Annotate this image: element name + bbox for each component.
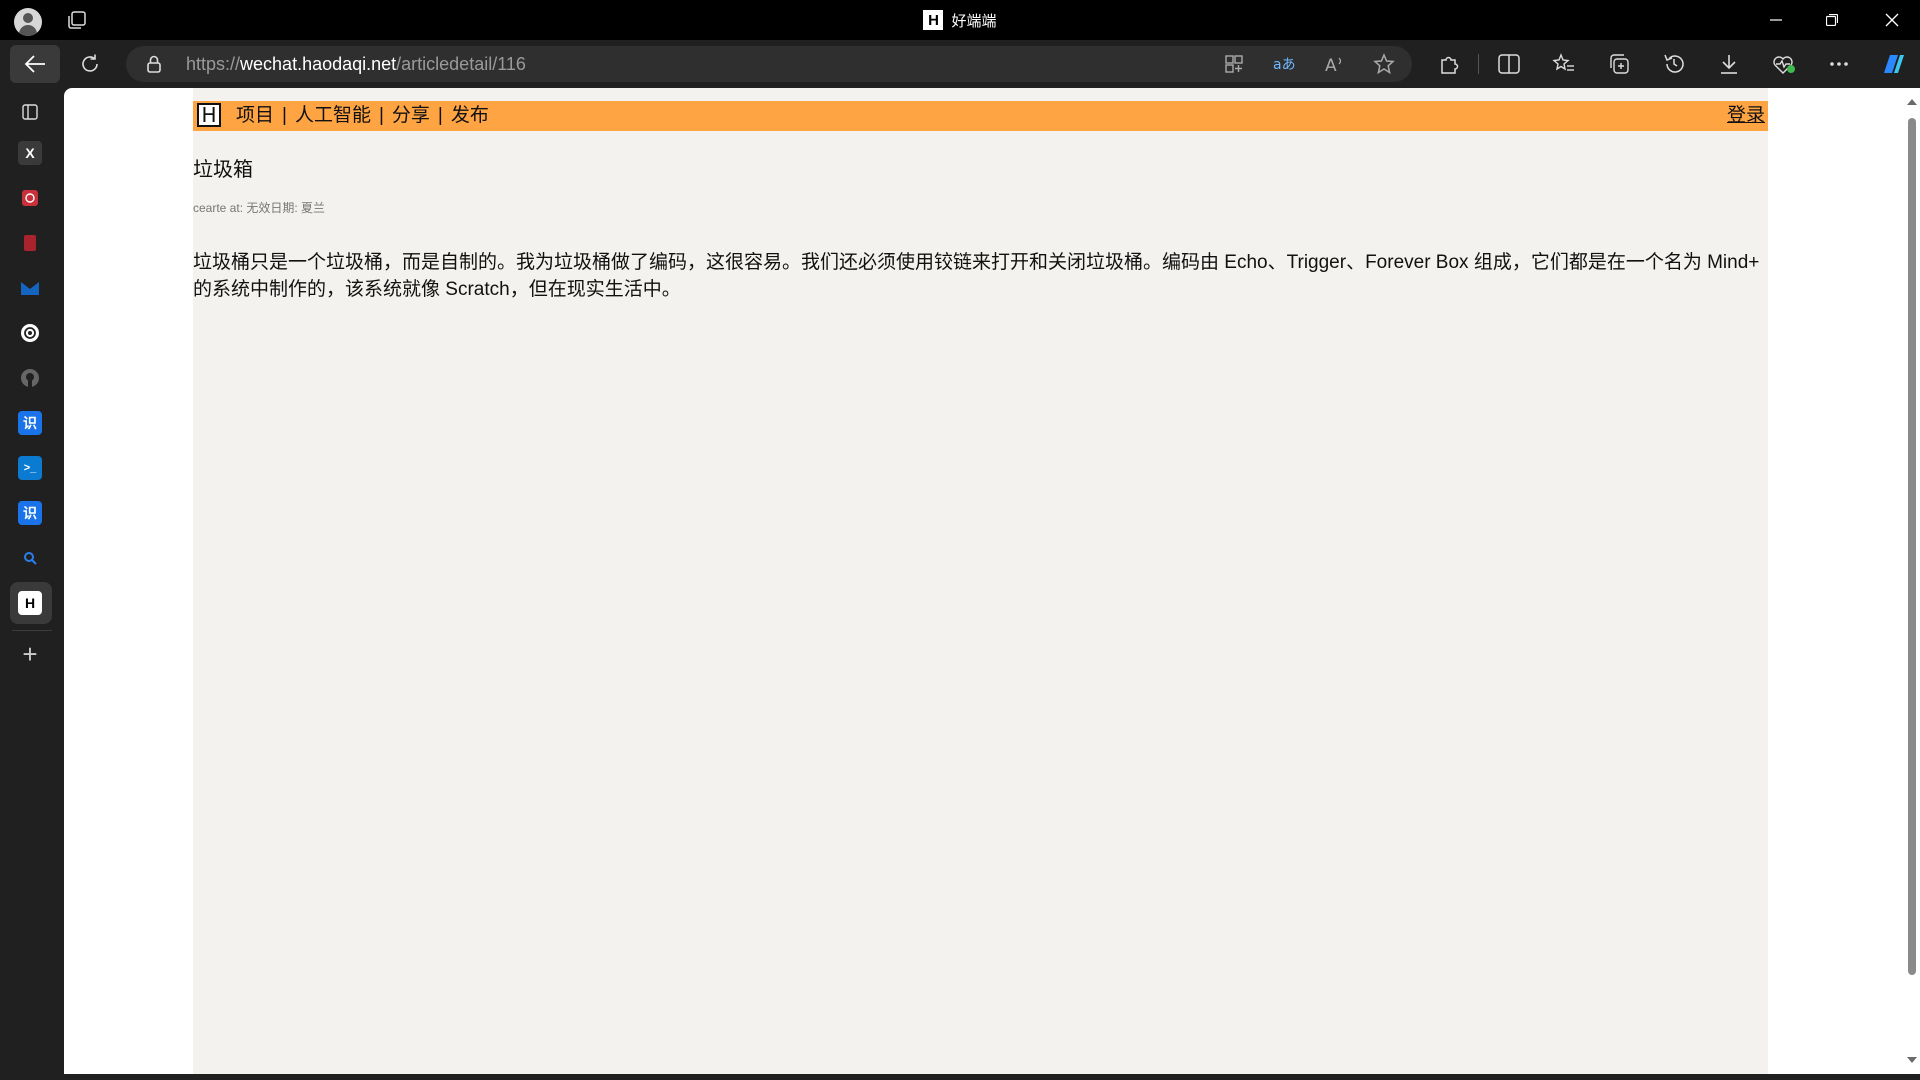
scroll-up-arrow-icon[interactable] <box>1907 99 1917 105</box>
site-favicon: H <box>923 10 944 30</box>
minimize-button[interactable] <box>1748 0 1804 40</box>
terminal-icon[interactable]: >_ <box>18 456 42 480</box>
close-button[interactable] <box>1864 0 1920 40</box>
app-available-button[interactable] <box>1216 46 1252 82</box>
nav-link-projects[interactable]: 项目 <box>236 101 274 131</box>
favorites-list-icon <box>1552 53 1574 71</box>
sidebar-divider <box>12 630 52 631</box>
search-icon[interactable] <box>18 546 42 570</box>
article-meta: cearte at: 无效日期: 夏兰 <box>193 201 326 215</box>
refresh-button[interactable] <box>72 46 108 82</box>
collections-icon <box>1610 54 1629 74</box>
nav-separator: | <box>378 105 384 126</box>
nav-link-publish[interactable]: 发布 <box>451 101 489 131</box>
lock-icon[interactable] <box>146 55 162 73</box>
more-dots-icon <box>1830 62 1848 66</box>
copilot-button[interactable] <box>1876 46 1912 82</box>
chatgpt-icon[interactable] <box>18 321 42 345</box>
apps-grid-icon <box>1225 55 1243 73</box>
svg-text:A: A <box>1325 56 1337 74</box>
login-link[interactable]: 登录 <box>1727 101 1765 131</box>
mail-icon[interactable] <box>18 276 42 300</box>
browser-essentials-button[interactable] <box>1766 46 1802 82</box>
translate-icon-2[interactable]: 识 <box>18 501 42 525</box>
favorite-button[interactable] <box>1366 46 1402 82</box>
split-screen-icon <box>1498 54 1520 74</box>
nav-link-share[interactable]: 分享 <box>392 101 430 131</box>
star-icon <box>1373 53 1395 75</box>
more-menu-button[interactable] <box>1821 46 1857 82</box>
title-bar: H 好端端 <box>0 0 1920 40</box>
add-icon[interactable]: + <box>18 639 42 669</box>
url-host: wechat.haodaqi.net <box>240 54 397 74</box>
translate-icon[interactable]: 识 <box>18 411 42 435</box>
nav-separator: | <box>282 105 287 126</box>
history-icon <box>1664 54 1684 73</box>
haoduanduan-icon[interactable]: H <box>18 591 42 615</box>
article-body: 垃圾桶只是一个垃圾桶，而是自制的。我为垃圾桶做了编码，这很容易。我们还必须使用铰… <box>193 252 1760 300</box>
github-icon[interactable] <box>18 366 42 390</box>
nav-links: 项目 | 人工智能 | 分享 | 发布 <box>236 101 489 131</box>
red-book-icon[interactable] <box>18 231 42 255</box>
back-button[interactable] <box>10 45 60 83</box>
minimize-icon <box>1770 19 1782 21</box>
window-title-text: 好端端 <box>951 12 997 30</box>
extensions-button[interactable] <box>1431 46 1467 82</box>
collections-button[interactable] <box>1601 46 1637 82</box>
downloads-button[interactable] <box>1711 46 1747 82</box>
red-app-icon[interactable] <box>18 186 42 210</box>
translate-icon: aあ <box>1273 57 1296 73</box>
copilot-icon <box>1884 55 1904 73</box>
split-screen-button[interactable] <box>1491 46 1527 82</box>
scrollbar-thumb[interactable] <box>1908 118 1916 975</box>
favorites-button[interactable] <box>1546 46 1582 82</box>
nav-separator: | <box>437 105 443 126</box>
address-bar[interactable]: https://wechat.haodaqi.net/articledetail… <box>126 46 1412 82</box>
url-text[interactable]: https://wechat.haodaqi.net/articledetail… <box>186 46 526 82</box>
url-path: /articledetail/116 <box>396 54 526 74</box>
close-icon <box>1885 13 1899 27</box>
web-viewport: H 项目 | 人工智能 | 分享 | 发布 登录 垃圾箱 cearte at: … <box>64 88 1904 1074</box>
restore-button[interactable] <box>1804 0 1860 40</box>
read-aloud-button[interactable]: A <box>1316 46 1352 82</box>
restore-icon <box>1826 14 1838 26</box>
window-title: H 好端端 <box>0 0 1920 40</box>
toolbar-divider <box>1478 54 1479 74</box>
vertical-scrollbar[interactable] <box>1904 88 1920 1074</box>
x-twitter-icon[interactable]: X <box>18 141 42 165</box>
refresh-icon <box>82 54 98 72</box>
url-scheme: https:// <box>186 54 241 74</box>
scroll-down-arrow-icon[interactable] <box>1907 1057 1917 1063</box>
history-button[interactable] <box>1656 46 1692 82</box>
download-icon <box>1721 55 1737 74</box>
puzzle-icon <box>1441 56 1459 74</box>
page-container: H 项目 | 人工智能 | 分享 | 发布 登录 垃圾箱 cearte at: … <box>193 88 1768 1074</box>
site-nav: H 项目 | 人工智能 | 分享 | 发布 登录 <box>193 101 1768 131</box>
back-arrow-icon <box>24 55 45 73</box>
article-title: 垃圾箱 <box>193 159 253 181</box>
browser-toolbar: https://wechat.haodaqi.net/articledetail… <box>0 40 1920 88</box>
read-aloud-icon: A <box>1325 56 1342 74</box>
translate-button[interactable]: aあ <box>1266 46 1302 82</box>
nav-link-ai[interactable]: 人工智能 <box>295 101 371 131</box>
browser-sidebar: X 识 >_ 识 H + <box>0 88 64 1080</box>
heart-pulse-icon <box>1773 56 1795 74</box>
sidebar-panel-icon[interactable] <box>18 100 42 124</box>
svg-text:aあ: aあ <box>1273 57 1296 73</box>
site-logo[interactable]: H <box>197 103 221 127</box>
